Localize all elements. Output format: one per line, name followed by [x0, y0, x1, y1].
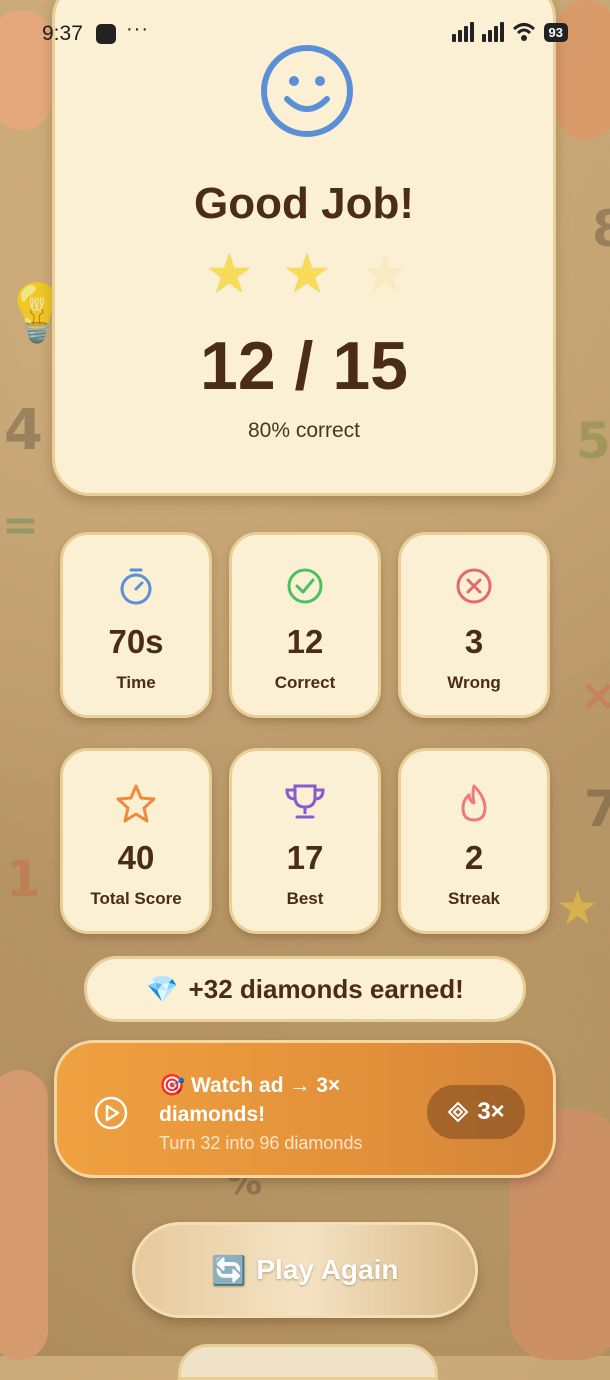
flame-icon [461, 784, 487, 822]
bg-times: × [580, 670, 610, 721]
stat-tile-best: 17 Best [229, 748, 381, 934]
percent-correct: 80% correct [247, 419, 361, 442]
watch-ad-subtitle: Turn 32 into 96 diamonds [159, 1133, 363, 1153]
watch-ad-title: 🎯 Watch ad → 3× diamonds! [159, 1074, 341, 1126]
multiplier-text: 3× [477, 1098, 505, 1125]
wifi-icon [512, 23, 535, 41]
play-again-label: Play Again [256, 1254, 399, 1285]
play-icon [94, 1096, 128, 1130]
multiplier-badge: 3× [427, 1085, 525, 1139]
star-rating: ★ ★ ★ [205, 247, 409, 301]
result-card: Good Job! ★ ★ ★ 12 / 15 80% correct [52, 0, 556, 496]
result-title: Good Job! [194, 179, 414, 228]
stat-value: 2 [464, 839, 484, 876]
star-icon-empty-3: ★ [360, 244, 409, 304]
bg-star: ★ [556, 880, 600, 936]
more-notifications-icon: ··· [126, 18, 149, 40]
stat-tile-correct: 12 Correct [229, 532, 381, 718]
bg-number-4: 4 [4, 398, 43, 463]
star-icon [116, 784, 156, 823]
status-bar: 9:37 ··· 93 [0, 18, 610, 50]
bg-number-7: 7 [584, 780, 610, 838]
stat-value: 17 [286, 839, 324, 876]
stopwatch-icon [120, 568, 152, 605]
battery-indicator: 93 [543, 23, 568, 42]
kid-bottom-left-illustration [0, 1070, 48, 1360]
trophy-icon [285, 784, 325, 819]
score-display: 12 / 15 [200, 328, 408, 404]
stat-value: 40 [117, 839, 155, 876]
play-again-button[interactable]: 🔄 Play Again [132, 1222, 478, 1318]
stat-label: Wrong [447, 673, 501, 692]
x-circle-icon [456, 568, 492, 604]
stat-tile-wrong: 3 Wrong [398, 532, 550, 718]
stat-value: 70s [108, 623, 164, 660]
stat-label: Total Score [90, 889, 182, 908]
watch-ad-button[interactable]: 🎯 Watch ad → 3× diamonds! Turn 32 into 9… [54, 1040, 556, 1178]
stat-label: Correct [274, 673, 336, 692]
star-icon-filled-2: ★ [282, 244, 332, 304]
bg-number-5: 5 [576, 412, 610, 470]
next-button-partial[interactable] [178, 1344, 438, 1380]
stat-value: 12 [286, 623, 324, 660]
stat-tile-streak: 2 Streak [398, 748, 550, 934]
stat-label: Streak [448, 889, 500, 908]
star-icon-filled-1: ★ [205, 244, 254, 304]
signal-icon [451, 22, 474, 42]
diamond-icon: 💎 [146, 973, 179, 1004]
signal-icon-2 [481, 22, 504, 42]
bg-number-8: 8 [592, 200, 610, 258]
bg-equals: = [2, 500, 39, 551]
stat-tile-time: 70s Time [60, 532, 212, 718]
stat-tile-total-score: 40 Total Score [60, 748, 212, 934]
diamonds-earned-banner: 💎 +32 diamonds earned! [84, 956, 526, 1022]
stat-value: 3 [464, 623, 484, 660]
check-circle-icon [287, 568, 323, 604]
bg-number-1: 1 [6, 850, 41, 908]
status-time: 9:37 [42, 22, 83, 45]
stat-label: Time [116, 673, 156, 692]
diamonds-earned-text: +32 diamonds earned! [188, 973, 464, 1004]
smiley-face-icon [261, 45, 353, 137]
diamond-outline-icon [447, 1101, 469, 1123]
notification-app-icon [96, 24, 116, 44]
stat-label: Best [286, 889, 324, 908]
refresh-icon: 🔄 [211, 1254, 247, 1286]
